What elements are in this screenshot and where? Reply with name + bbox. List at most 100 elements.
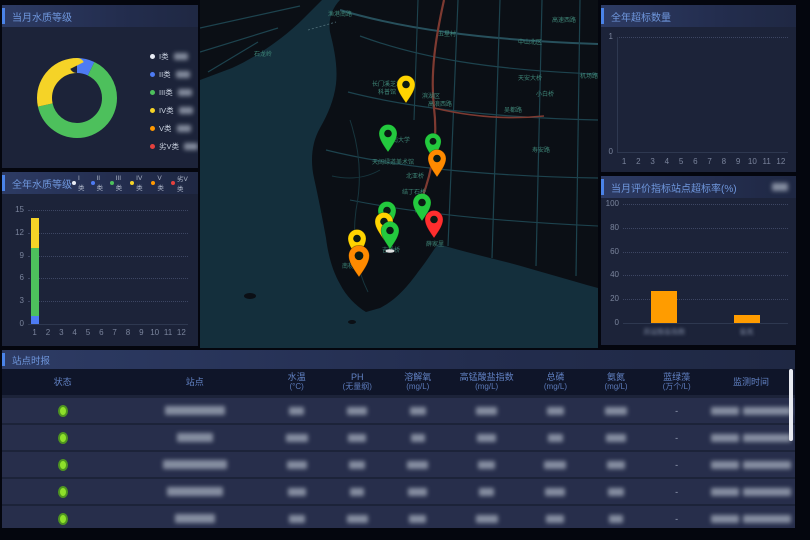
x-axis-tick: 3 [647, 158, 659, 166]
gridline [623, 275, 788, 276]
value-redacted [476, 407, 497, 415]
legend-value-redacted [174, 53, 188, 60]
legend-item: 劣V类 [150, 141, 198, 152]
map-place-label: 石龙岭 [254, 50, 272, 58]
panel-month-rate: 当月评价指标站点超标率(%) 020406080100高锰酸盐指数氨氮 [601, 176, 796, 345]
table-cell: - [646, 406, 707, 416]
legend-item: III类 [110, 175, 125, 192]
table-cell [266, 407, 327, 415]
column-label: 蓝绿藻 [663, 372, 690, 382]
x-axis-tick: 12 [775, 158, 787, 166]
x-axis-tick: 3 [55, 329, 67, 337]
datetime-redacted [711, 434, 739, 442]
legend-value-redacted [184, 143, 198, 150]
table-cell [448, 488, 525, 496]
table-cell [525, 407, 586, 415]
pin-hole [430, 138, 437, 145]
gridline [623, 204, 788, 205]
value-redacted [289, 515, 305, 523]
table-cell [123, 487, 266, 496]
gridline [617, 37, 788, 38]
legend-item: II类 [91, 175, 104, 192]
table-row[interactable]: - [2, 506, 795, 528]
y-axis-tick: 12 [15, 229, 24, 237]
pin-hole [353, 235, 361, 243]
legend-value-redacted [178, 89, 192, 96]
table-cell [266, 488, 327, 496]
map-place-label: 滨湖区 [422, 92, 440, 100]
value-redacted [288, 488, 306, 496]
datetime-redacted [711, 407, 739, 415]
x-axis-tick: 12 [175, 329, 187, 337]
table-row[interactable]: - [2, 398, 795, 423]
legend-label: II类 [97, 175, 104, 192]
legend-item: III类 [150, 87, 198, 98]
table-cell [388, 488, 449, 496]
algae-value: - [675, 514, 678, 524]
value-redacted [289, 407, 304, 415]
table-cell [525, 488, 586, 496]
column-label: 高锰酸盐指数 [460, 372, 514, 382]
table-cell [388, 461, 449, 469]
table-scrollbar-thumb[interactable] [789, 369, 793, 441]
legend-item: V类 [150, 123, 198, 134]
table-row[interactable]: - [2, 425, 795, 450]
table-header-cell-4: 溶解氧(mg/L) [388, 372, 449, 392]
month-rate-chart: 020406080100高锰酸盐指数氨氮 [601, 198, 796, 345]
column-unit: (mg/L) [406, 382, 429, 392]
table-row[interactable]: - [2, 479, 795, 504]
water-quality-donut-chart [22, 43, 132, 153]
x-axis-tick: 7 [704, 158, 716, 166]
legend-label: 劣V类 [159, 141, 179, 152]
y-axis-tick: 6 [20, 274, 24, 282]
value-redacted [347, 515, 368, 523]
header-action-button[interactable] [772, 183, 788, 191]
status-indicator [58, 405, 68, 417]
pin-hole [418, 199, 426, 207]
table-cell [266, 515, 327, 523]
table-header-cell-8: 蓝绿藻(万个/L) [646, 372, 707, 392]
datetime-redacted [743, 407, 791, 415]
year-exceed-chart: 01123456789101112 [601, 27, 796, 172]
map-place-label: 机场路 [580, 72, 598, 80]
table-cell [525, 434, 586, 442]
panel-year-exceed: 全年超标数量 01123456789101112 [601, 5, 796, 172]
table-cell [707, 461, 795, 469]
劣V类-dot [171, 181, 175, 185]
map-place-label: 高浪西路 [428, 100, 452, 108]
table-cell: - [646, 487, 707, 497]
map-place-label: 吴都路 [504, 106, 522, 114]
column-unit: (mg/L) [544, 382, 567, 392]
I类-dot [150, 54, 155, 59]
value-redacted [546, 515, 564, 523]
pin-hole [430, 216, 438, 224]
table-cell [327, 434, 388, 442]
table-cell [388, 434, 449, 442]
value-redacted [286, 434, 308, 442]
IV类-dot [150, 108, 155, 113]
legend-label: I类 [159, 51, 169, 62]
table-header-cell-6: 总磷(mg/L) [525, 372, 586, 392]
station-map[interactable]: 石龙岭渔港南路五星村滨湖区高速西路中山北区长门溪芝地科普馆高浪西路志南大学北亚桥… [200, 0, 598, 348]
algae-value: - [675, 433, 678, 443]
table-cell [2, 459, 123, 471]
table-row[interactable]: - [2, 452, 795, 477]
x-axis [28, 324, 188, 325]
datetime-redacted [743, 461, 791, 469]
datetime-redacted [711, 488, 739, 496]
datetime-redacted [711, 461, 739, 469]
y-axis-tick: 100 [603, 200, 619, 208]
table-cell [525, 515, 586, 523]
III类-dot [110, 181, 114, 185]
gridline [28, 233, 188, 234]
table-cell [586, 461, 647, 469]
algae-value: - [675, 406, 678, 416]
station-name-redacted [175, 514, 215, 523]
value-redacted [605, 407, 627, 415]
legend-label: 劣V类 [177, 173, 190, 193]
V类-dot [151, 181, 155, 185]
table-header-cell-1: 站点 [123, 377, 266, 387]
table-cell [448, 515, 525, 523]
map-place-label: 科普馆 [378, 88, 396, 96]
legend-item: 劣V类 [171, 173, 190, 193]
